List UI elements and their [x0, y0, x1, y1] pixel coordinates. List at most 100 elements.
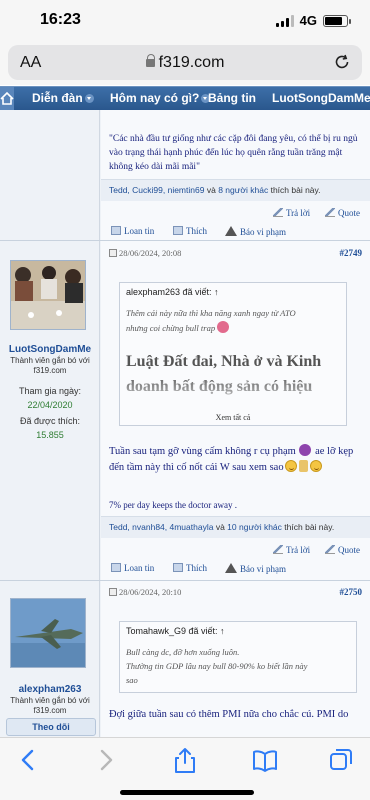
quote-line: Thường tin GDP lâu nay bull 80-90% ko bi…	[126, 661, 308, 671]
avatar-photo	[11, 599, 85, 667]
quote-line: sao	[126, 675, 138, 685]
share-button[interactable]: Loan tin	[111, 226, 154, 236]
likes-conj: và	[215, 522, 225, 532]
reload-icon[interactable]	[332, 52, 352, 72]
like-button[interactable]: Thích	[173, 226, 207, 236]
likers-link[interactable]: Tedd, Cucki99, niemtin69	[109, 185, 204, 195]
forward-icon[interactable]	[90, 746, 120, 774]
thread-content: LuotSongDamMe Thành viên gắn bó với f319…	[0, 110, 370, 737]
likes-conj: và	[206, 185, 216, 195]
reply-button[interactable]: Trả lời	[273, 208, 310, 218]
nav-user-label: LuotSongDamMe	[272, 91, 370, 105]
back-icon[interactable]	[14, 746, 44, 774]
signal-icon	[275, 14, 294, 27]
warning-icon	[225, 563, 237, 573]
quote-block: Tomahawk_G9 đã viết: ↑ Bull càng dc, đỡ …	[119, 621, 357, 693]
share-icon[interactable]	[170, 746, 200, 774]
nav-news-label: Bảng tin	[208, 91, 256, 105]
quote-line: Bull càng dc, đỡ hơn xuống luôn.	[126, 647, 240, 657]
quote-author[interactable]: alexpham263 đã viết: ↑	[126, 287, 219, 297]
nav-forum-label: Diễn đàn	[32, 91, 83, 105]
smile-emoji-icon	[284, 460, 297, 472]
quote-label: Quote	[338, 545, 360, 555]
lock-icon	[145, 54, 156, 67]
post-author-name[interactable]: LuotSongDamMe	[0, 344, 100, 355]
like-label: Thích	[186, 226, 207, 236]
tabs-icon[interactable]	[326, 746, 356, 774]
share-icon	[111, 563, 121, 572]
likes-received-value: 15.855	[36, 430, 64, 440]
follow-button[interactable]: Theo dõi	[6, 718, 96, 736]
user-title: Thành viên gắn bó với f319.com	[10, 696, 90, 715]
network-type: 4G	[299, 13, 317, 28]
report-label: Báo vi phạm	[240, 227, 286, 237]
reply-label: Trả lời	[286, 545, 311, 555]
quote-line: nhưng coi chừng bull trap	[126, 321, 230, 335]
joined-label: Tham gia ngày:	[18, 386, 82, 396]
status-bar: 16:23 4G	[0, 0, 370, 40]
likes-suffix: thích bài này.	[284, 522, 335, 532]
emoji-icon	[217, 321, 230, 333]
joined-value: 22/04/2020	[27, 400, 73, 410]
reply-label: Trả lời	[286, 208, 311, 218]
share-label: Loan tin	[124, 226, 155, 236]
quote-author[interactable]: Tomahawk_G9 đã viết: ↑	[126, 626, 225, 636]
devil-emoji-icon	[299, 444, 312, 456]
avatar[interactable]	[10, 598, 86, 668]
likers-link[interactable]: Tedd, nvanh84, 4muathayla	[109, 522, 213, 532]
likers-others-link[interactable]: 8 người khác	[218, 185, 268, 195]
post-date: 28/06/2024, 20:10	[109, 587, 181, 597]
post-text: Tuần sau tạm gỡ vùng cấm không r cụ phạm…	[109, 444, 367, 476]
post-divider	[0, 580, 370, 581]
calendar-icon	[109, 588, 117, 596]
share-button[interactable]: Loan tin	[111, 563, 154, 573]
post-date-text: 28/06/2024, 20:10	[119, 587, 182, 597]
quote-block: alexpham263 đã viết: ↑ Thêm cái này nữa …	[119, 282, 347, 426]
post-date-text: 28/06/2024, 20:08	[119, 248, 182, 258]
post-text: Đợi giữa tuần sau có thêm PMI nữa cho ch…	[109, 709, 349, 720]
post-divider	[0, 240, 370, 241]
likes-summary-text: Tedd, Cucki99, niemtin69 và 8 người khác…	[109, 185, 370, 195]
post-text: "Các nhà đầu tư giống như các cặp đôi đa…	[109, 134, 358, 172]
home-indicator	[120, 790, 254, 795]
reply-icon	[273, 545, 283, 554]
post-date: 28/06/2024, 20:08	[109, 248, 181, 258]
likes-summary-text: Tedd, nvanh84, 4muathayla và 10 người kh…	[109, 522, 370, 532]
url-field[interactable]: f319.com	[8, 54, 362, 72]
home-icon	[0, 91, 14, 105]
report-button[interactable]: Báo vi phạm	[225, 563, 286, 574]
quote-line-text: nhưng coi chừng bull trap	[126, 323, 216, 333]
quote-button[interactable]: Quote	[325, 208, 360, 218]
smile-emoji-icon	[309, 460, 322, 472]
like-icon	[173, 226, 183, 235]
reply-button[interactable]: Trả lời	[273, 545, 310, 555]
like-button[interactable]: Thích	[173, 563, 207, 573]
forum-nav-bar: Diễn đàn Hôm nay có gì? Bảng tin LuotSon…	[0, 86, 370, 110]
nav-today[interactable]: Hôm nay có gì?	[110, 91, 211, 105]
address-bar[interactable]: AA f319.com	[8, 45, 362, 80]
likers-others-link[interactable]: 10 người khác	[227, 522, 282, 532]
beer-emoji-icon	[298, 460, 308, 472]
nav-forum[interactable]: Diễn đàn	[32, 91, 94, 105]
quote-line: Thêm cái này nữa thì kha năng xanh ngay …	[126, 308, 296, 318]
bookmarks-icon[interactable]	[250, 746, 280, 774]
post-number[interactable]: #2749	[340, 248, 363, 258]
user-sidebar: LuotSongDamMe Thành viên gắn bó với f319…	[0, 110, 100, 737]
see-all-link[interactable]: Xem tất cả	[120, 413, 346, 422]
post-number[interactable]: #2750	[340, 587, 363, 597]
signature: 7% per day keeps the doctor away .	[109, 500, 237, 510]
quote-button[interactable]: Quote	[325, 545, 360, 555]
report-label: Báo vi phạm	[240, 564, 286, 574]
battery-icon	[323, 14, 351, 27]
home-nav-button[interactable]	[0, 87, 14, 110]
quote-icon	[325, 208, 335, 217]
avatar[interactable]	[10, 260, 86, 330]
post-author-name[interactable]: alexpham263	[0, 684, 100, 695]
calendar-icon	[109, 249, 117, 257]
likes-received-label: Đã được thích:	[20, 416, 80, 426]
report-button[interactable]: Báo vi phạm	[225, 226, 286, 237]
nav-user[interactable]: LuotSongDamMe	[272, 91, 370, 105]
nav-news[interactable]: Bảng tin	[208, 91, 256, 105]
quote-label: Quote	[338, 208, 360, 218]
quote-fade	[120, 373, 346, 413]
